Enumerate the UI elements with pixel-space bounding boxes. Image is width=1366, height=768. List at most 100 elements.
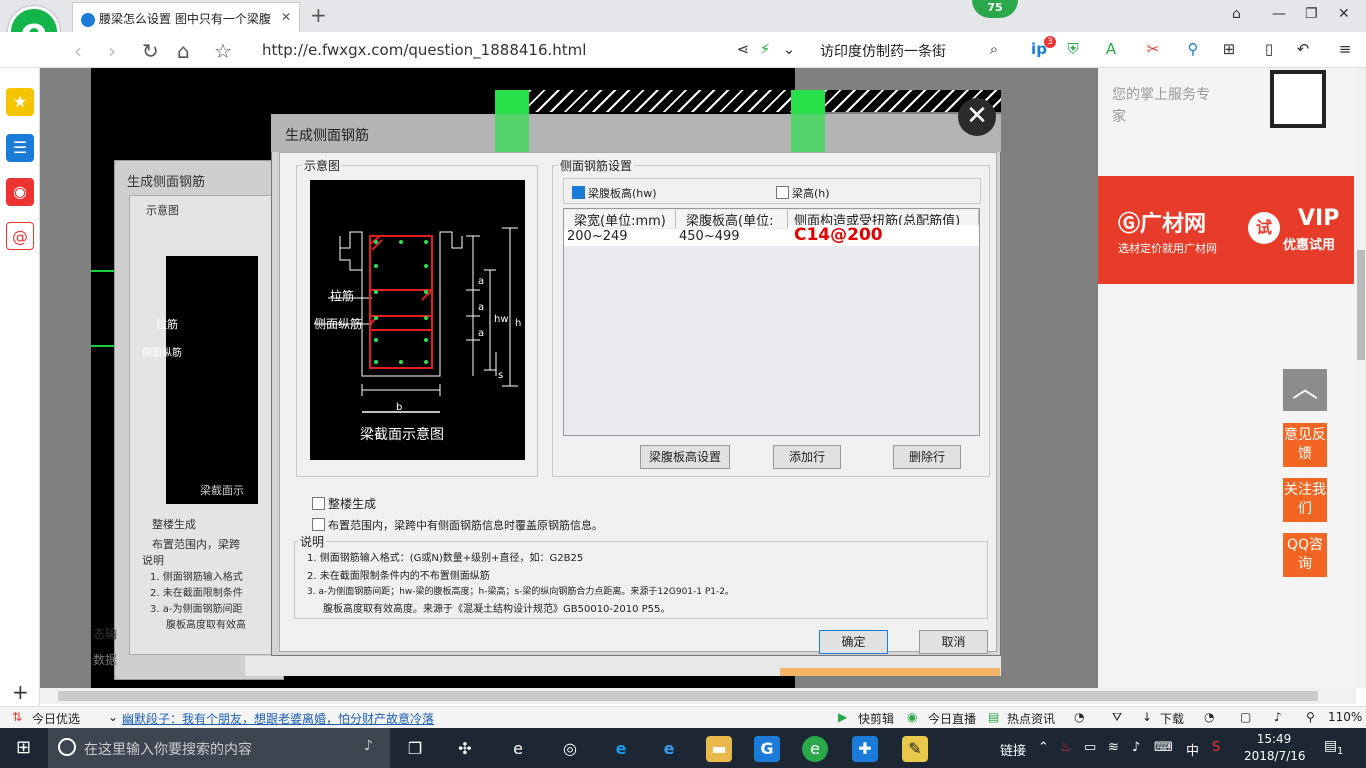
add-sidebar-icon[interactable]: + bbox=[12, 680, 29, 704]
new-tab-button[interactable]: + bbox=[310, 3, 327, 27]
tab-close-icon[interactable]: ✕ bbox=[281, 10, 291, 24]
clock[interactable]: 15:49 2018/7/16 bbox=[1244, 731, 1306, 765]
close-window-icon[interactable]: ✕ bbox=[1338, 6, 1350, 22]
download[interactable]: 下载 bbox=[1160, 710, 1184, 727]
ime-indicator[interactable]: 中 bbox=[1186, 740, 1199, 759]
plus-app-icon[interactable]: ✚ bbox=[852, 736, 878, 762]
table-header-web-height[interactable]: 梁腹板高(单位: bbox=[676, 210, 788, 228]
favorite-star-icon[interactable]: ☆ bbox=[214, 39, 232, 63]
diagram-tie-bar-label: 拉筋 bbox=[330, 289, 355, 303]
feedback-button[interactable]: 意见反馈 bbox=[1283, 423, 1327, 467]
battery-icon[interactable]: ▭ bbox=[1084, 740, 1096, 755]
table-cell-web-height[interactable]: 450~499 bbox=[676, 229, 788, 246]
wifi-icon[interactable]: ≋ bbox=[1108, 740, 1119, 755]
window-icon[interactable]: ▢ bbox=[1240, 710, 1251, 724]
favorites-star-icon[interactable]: ★ bbox=[6, 88, 34, 116]
fan-app-icon[interactable]: ✣ bbox=[452, 736, 478, 762]
weibo-icon[interactable]: ◉ bbox=[6, 178, 34, 206]
shirt-icon[interactable]: ⌂ bbox=[1232, 6, 1241, 22]
ghost-line1: 1. 侧面钢筋输入格式 bbox=[150, 572, 243, 583]
whole-building-checkbox[interactable] bbox=[312, 497, 325, 510]
override-checkbox[interactable] bbox=[312, 518, 325, 531]
windows-start-icon[interactable]: ⊞ bbox=[16, 739, 34, 757]
tray-link[interactable]: 链接 bbox=[1000, 740, 1026, 759]
news[interactable]: 热点资讯 bbox=[1007, 710, 1055, 727]
sound-icon[interactable]: ♪ bbox=[1274, 710, 1282, 724]
tray-up-icon[interactable]: ⌃ bbox=[1038, 740, 1049, 755]
reload-icon[interactable]: ↻ bbox=[142, 39, 159, 63]
horizontal-scroll-thumb[interactable] bbox=[58, 691, 1318, 701]
gauge-icon[interactable]: ◔ bbox=[1204, 710, 1214, 724]
settings-group-label: 侧面钢筋设置 bbox=[558, 157, 635, 174]
delete-row-button[interactable]: 删除行 bbox=[893, 445, 961, 469]
live[interactable]: 今日直播 bbox=[928, 710, 976, 727]
task-view-icon[interactable]: ❐ bbox=[402, 736, 428, 762]
search-icon[interactable]: ⌕ bbox=[985, 40, 1003, 58]
url-domain: fwxgx.com bbox=[321, 41, 404, 59]
browser-taskbar-icon[interactable]: e bbox=[802, 736, 828, 762]
zoom-level[interactable]: 110% bbox=[1328, 710, 1362, 724]
vertical-scrollbar[interactable] bbox=[1356, 68, 1366, 688]
internet-explorer-icon[interactable]: e bbox=[656, 736, 682, 762]
dim-s: s bbox=[498, 370, 504, 381]
lightning-icon[interactable]: ⚡ bbox=[756, 40, 774, 58]
reading-list-icon[interactable]: ☰ bbox=[6, 134, 34, 162]
glodon-icon[interactable]: G bbox=[754, 736, 780, 762]
speed-icon[interactable]: ◔ bbox=[1074, 710, 1084, 724]
restore-icon[interactable]: ❐ bbox=[1305, 6, 1318, 22]
ok-button[interactable]: 确定 bbox=[819, 630, 888, 654]
ie-e-icon[interactable]: e bbox=[505, 736, 531, 762]
file-explorer-icon[interactable]: ▬ bbox=[706, 736, 732, 762]
email-icon[interactable]: @ bbox=[6, 222, 34, 250]
browser-tab[interactable]: 腰梁怎么设置 图中只有一个梁腹 ✕ bbox=[72, 2, 300, 32]
share-icon[interactable]: ⋖ bbox=[734, 40, 752, 58]
web-height-radio[interactable] bbox=[572, 186, 585, 199]
keyboard-icon[interactable]: ⌨ bbox=[1154, 740, 1173, 755]
url-field[interactable]: http://e.fwxgx.com/question_1888416.html bbox=[262, 41, 586, 59]
cancel-button[interactable]: 取消 bbox=[919, 630, 988, 654]
qr-code[interactable] bbox=[1270, 70, 1326, 128]
edge-icon[interactable]: e bbox=[608, 736, 634, 762]
chevron-down-icon[interactable]: ⌄ bbox=[780, 40, 798, 58]
quick-cut[interactable]: 快剪辑 bbox=[858, 710, 894, 727]
undo-icon[interactable]: ↶ bbox=[1294, 40, 1312, 58]
action-center-icon[interactable]: ▤ bbox=[1324, 738, 1337, 754]
ad-banner[interactable]: Ⓖ广材网 选材定价就用广材网 试 VIP 优惠试用 bbox=[1098, 176, 1354, 284]
notes-icon[interactable]: ✎ bbox=[902, 736, 928, 762]
panel-text-2: 家 bbox=[1112, 109, 1126, 125]
search-input[interactable]: 访印度仿制药一条街 bbox=[820, 41, 946, 61]
web-height-settings-button[interactable]: 梁腹板高设置 bbox=[640, 445, 730, 469]
tray-app-icon[interactable]: ♨ bbox=[1060, 740, 1072, 755]
sogou-icon[interactable]: S bbox=[1212, 740, 1220, 755]
apps-icon[interactable]: ⊞ bbox=[1220, 40, 1238, 58]
add-row-button[interactable]: 添加行 bbox=[773, 445, 841, 469]
chrome-like-icon[interactable]: ◎ bbox=[557, 736, 583, 762]
explain-line-2: 2. 未在截面限制条件内的不布置侧面纵筋 bbox=[307, 571, 490, 582]
table-header-width[interactable]: 梁宽(单位:mm) bbox=[564, 210, 676, 228]
phone-icon[interactable]: ▯ bbox=[1260, 40, 1278, 58]
back-icon[interactable]: ‹ bbox=[74, 39, 82, 63]
home-icon[interactable]: ⌂ bbox=[177, 39, 190, 63]
table-cell-width[interactable]: 200~249 bbox=[564, 229, 676, 246]
scissors-icon[interactable]: ✂ bbox=[1144, 40, 1162, 58]
dialog-close-button[interactable]: ✕ bbox=[958, 98, 996, 136]
beam-height-radio[interactable] bbox=[776, 186, 789, 199]
today-picks[interactable]: 今日优选 bbox=[32, 710, 80, 727]
minimize-icon[interactable]: — bbox=[1272, 6, 1286, 22]
follow-button[interactable]: 关注我们 bbox=[1283, 478, 1327, 522]
qq-button[interactable]: QQ咨询 bbox=[1283, 533, 1327, 577]
vertical-scroll-thumb[interactable] bbox=[1357, 250, 1365, 360]
menu-icon[interactable]: ≡ bbox=[1336, 40, 1354, 58]
shield-icon[interactable]: ⛨ bbox=[1064, 40, 1082, 58]
magnifier-icon[interactable]: ⚲ bbox=[1184, 40, 1202, 58]
taskbar-search[interactable]: 在这里输入你要搜索的内容 ♪ bbox=[48, 728, 390, 768]
filter-icon[interactable]: ⛛ bbox=[1112, 710, 1122, 725]
back-to-top-button[interactable]: ︿ bbox=[1283, 369, 1327, 411]
forward-icon[interactable]: › bbox=[108, 39, 116, 63]
volume-icon[interactable]: ♪ bbox=[1132, 740, 1140, 755]
translate-icon[interactable]: A bbox=[1102, 40, 1120, 58]
zoom-icon[interactable]: ⚲ bbox=[1306, 710, 1315, 724]
headline-link[interactable]: 幽默段子：我有个朋友，想跟老婆离婚，怕分财产故意冷落 bbox=[122, 710, 434, 727]
mic-icon[interactable]: ♪ bbox=[364, 738, 373, 754]
table-cell-rebar[interactable]: C14@200 bbox=[788, 225, 979, 246]
